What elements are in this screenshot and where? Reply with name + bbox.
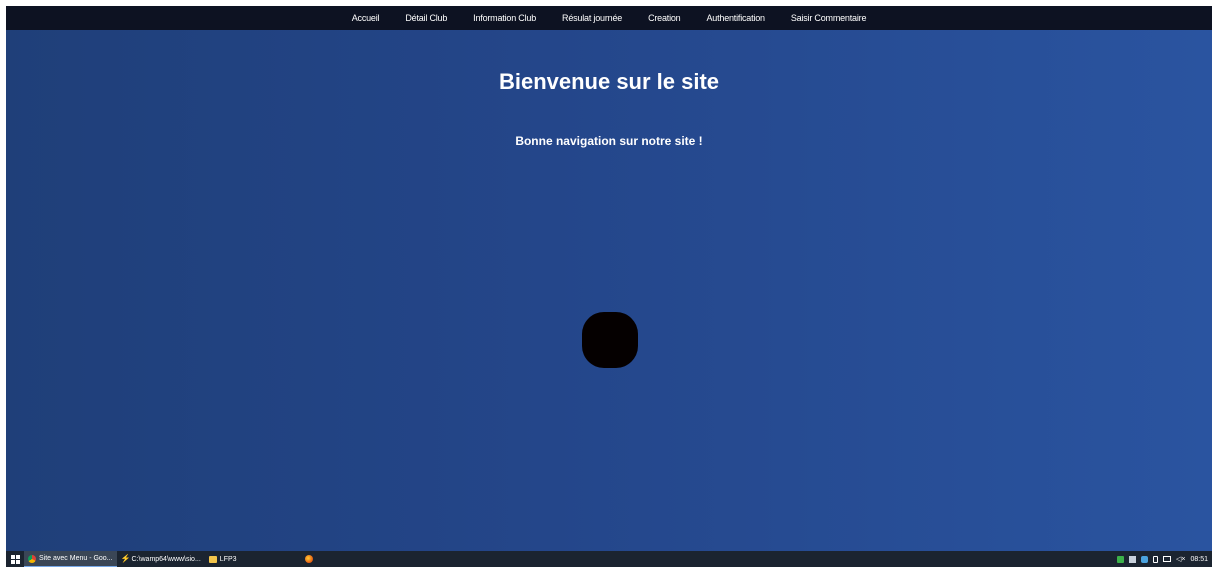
taskbar-item-folder[interactable]: LFP3 — [205, 551, 241, 567]
nav-link-information-club[interactable]: Information Club — [460, 13, 549, 23]
cursor-shape — [582, 312, 638, 368]
clock-time[interactable]: 08:51 — [1190, 556, 1208, 563]
taskbar-item-label: LFP3 — [219, 555, 237, 563]
volume-muted-icon[interactable]: ◁× — [1176, 555, 1185, 563]
nav-link-accueil[interactable]: Accueil — [339, 13, 393, 23]
usb-device-icon[interactable] — [1152, 555, 1158, 563]
display-icon[interactable] — [1162, 556, 1171, 562]
nav-link-saisir-commentaire[interactable]: Saisir Commentaire — [778, 13, 879, 23]
taskbar-item-chrome[interactable]: Site avec Menu - Goo... — [24, 551, 117, 567]
nav-link-detail-club[interactable]: Détail Club — [392, 13, 460, 23]
chrome-icon — [28, 554, 36, 563]
security-shield-icon[interactable] — [1116, 555, 1124, 563]
network-app-icon[interactable] — [1140, 555, 1148, 563]
taskbar-item-label: C:\wamp64\www\sio... — [131, 555, 201, 563]
top-navbar: Accueil Détail Club Information Club Rés… — [6, 6, 1212, 30]
wamp-icon: ⚡ — [120, 554, 131, 563]
start-button[interactable] — [6, 551, 24, 567]
firefox-icon — [304, 555, 313, 563]
nav-link-authentification[interactable]: Authentification — [693, 13, 777, 23]
page-subtitle: Bonne navigation sur notre site ! — [515, 134, 703, 148]
keyboard-icon[interactable] — [1128, 555, 1136, 563]
windows-taskbar: Site avec Menu - Goo... ⚡ C:\wamp64\www\… — [6, 551, 1212, 567]
nav-link-resultat-journee[interactable]: Résulat journée — [549, 13, 635, 23]
windows-logo-icon — [10, 554, 20, 564]
taskbar-item-label: Site avec Menu - Goo... — [39, 555, 113, 562]
system-tray: ◁× 08:51 — [1116, 555, 1212, 563]
nav-link-creation[interactable]: Creation — [635, 13, 693, 23]
browser-viewport: Accueil Détail Club Information Club Rés… — [6, 6, 1212, 567]
folder-icon — [208, 555, 217, 563]
taskbar-item-wamp[interactable]: ⚡ C:\wamp64\www\sio... — [117, 551, 205, 567]
page-title: Bienvenue sur le site — [498, 69, 720, 94]
taskbar-item-firefox[interactable] — [301, 551, 317, 567]
